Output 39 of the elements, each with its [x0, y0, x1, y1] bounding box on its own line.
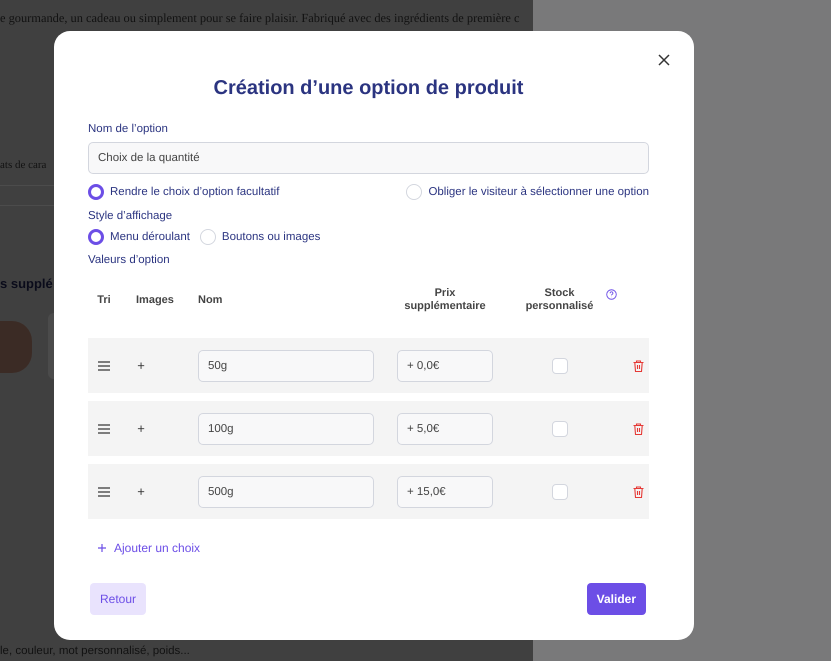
- modal-title: Création d’une option de produit: [212, 77, 524, 100]
- value-name-field[interactable]: 50g: [198, 350, 374, 382]
- submit-button[interactable]: Valider: [586, 583, 646, 615]
- radio-option[interactable]: Boutons ou images: [200, 229, 320, 245]
- price-field[interactable]: + 5,0€: [397, 412, 493, 444]
- drag-handle-icon[interactable]: [98, 424, 110, 434]
- help-icon[interactable]: [606, 289, 616, 300]
- radio-option[interactable]: Obliger le visiteur à sélectionner une option: [406, 184, 649, 200]
- photo-placeholder: [0, 321, 32, 373]
- back-button[interactable]: Retour: [90, 583, 146, 615]
- trash-icon[interactable]: [632, 360, 644, 372]
- field-label: Style d’affichage: [88, 210, 174, 222]
- add-image-button[interactable]: +: [137, 358, 145, 373]
- column-header: Stock personnalisé: [524, 287, 594, 313]
- close-icon[interactable]: [656, 52, 672, 68]
- checkbox[interactable]: [552, 358, 568, 374]
- column-header: Images: [135, 294, 175, 306]
- add-image-button[interactable]: +: [137, 421, 145, 436]
- value-name-field[interactable]: 100g: [198, 412, 374, 444]
- add-image-button[interactable]: +: [137, 484, 145, 499]
- field-label: Valeurs d’option: [88, 254, 171, 266]
- radio-option[interactable]: Rendre le choix d’option facultatif: [88, 184, 280, 200]
- radio-option[interactable]: Menu déroulant: [88, 229, 190, 245]
- checkbox[interactable]: [552, 420, 568, 436]
- drag-handle-icon[interactable]: [98, 360, 110, 370]
- trash-icon[interactable]: [632, 422, 644, 434]
- checkbox[interactable]: [552, 484, 568, 500]
- field-label: Nom de l’option: [88, 123, 169, 135]
- column-header: Prix supplémentaire: [403, 287, 487, 313]
- add-choice-button[interactable]: Ajouter un choix: [88, 541, 200, 555]
- trash-icon[interactable]: [632, 486, 644, 498]
- plus-icon: [98, 544, 106, 552]
- drag-handle-icon[interactable]: [98, 486, 110, 496]
- value-name-field[interactable]: 500g: [198, 476, 374, 508]
- price-field[interactable]: + 15,0€: [397, 476, 493, 508]
- option-name-field[interactable]: Choix de la quantité: [88, 142, 649, 174]
- column-header: Tri: [97, 294, 111, 306]
- price-field[interactable]: + 0,0€: [397, 350, 493, 382]
- column-header: Nom: [198, 294, 224, 306]
